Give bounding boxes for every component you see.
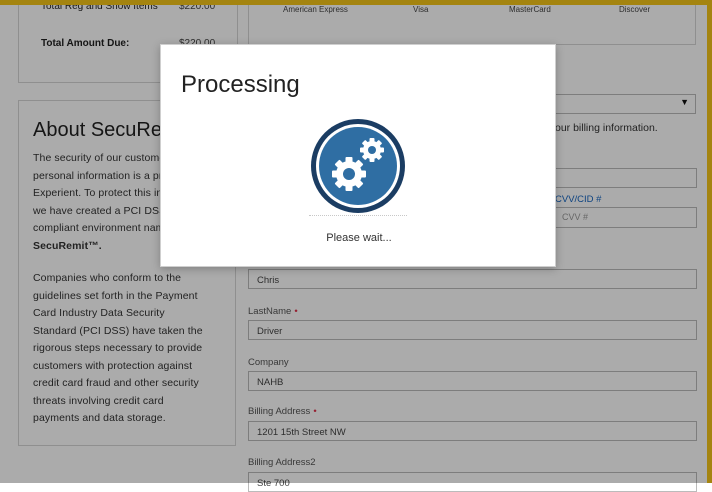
please-wait-message: Please wait... [326,232,392,244]
dialog-divider [309,215,407,217]
processing-dialog: Processing Please wait... [160,44,556,267]
gears-icon [311,119,405,213]
dialog-title: Processing [181,71,300,98]
